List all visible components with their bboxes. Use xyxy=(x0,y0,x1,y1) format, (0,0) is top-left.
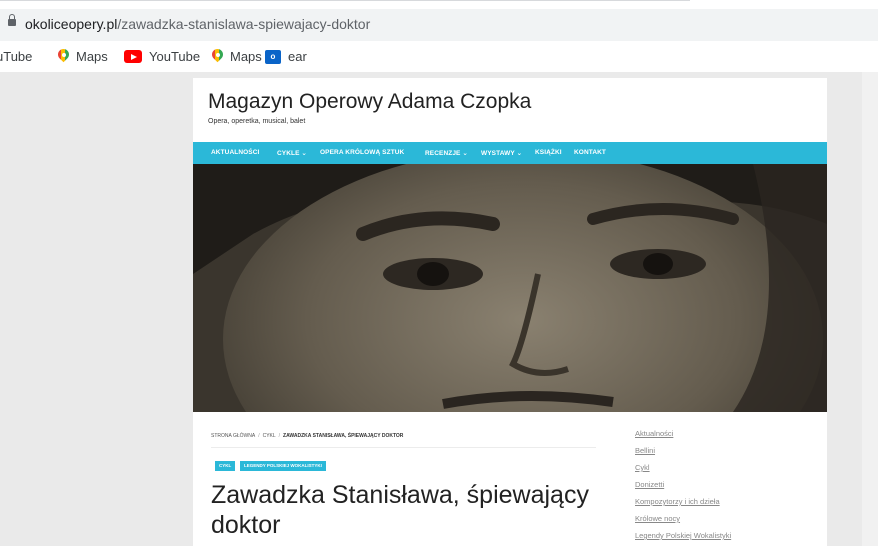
bookmark-label: Maps xyxy=(76,49,108,64)
nav-item-aktualnosci[interactable]: AKTUALNOŚCI xyxy=(211,149,259,156)
bookmark-maps[interactable]: Maps xyxy=(55,46,108,64)
window-top-border xyxy=(0,0,690,1)
sidebar-link-cykl[interactable]: Cykl xyxy=(635,463,650,472)
nav-item-cykle[interactable]: CYKLE ⌄ xyxy=(277,149,307,157)
site-container: Magazyn Operowy Adama Czopka Opera, oper… xyxy=(193,78,827,546)
sidebar-link-bellini[interactable]: Bellini xyxy=(635,446,655,455)
nav-item-opera[interactable]: OPERA KRÓLOWĄ SZTUK xyxy=(320,149,404,156)
outlook-icon: o xyxy=(265,49,281,64)
tag-cykl[interactable]: CYKL xyxy=(215,461,236,471)
lock-icon[interactable] xyxy=(8,14,16,27)
sidebar-link-legendy[interactable]: Legendy Polskiej Wokalistyki xyxy=(635,531,731,540)
nav-item-recenzje[interactable]: RECENZJE ⌄ xyxy=(425,149,468,157)
main-navigation: AKTUALNOŚCI CYKLE ⌄ OPERA KRÓLOWĄ SZTUK … xyxy=(193,142,827,164)
bookmarks-bar: uTube Maps YouTube Maps o ear xyxy=(0,44,878,70)
portrait-photo-icon xyxy=(193,164,827,412)
url-path: /zawadzka-stanislawa-spiewajacy-doktor xyxy=(117,16,371,32)
post-title: Zawadzka Stanisława, śpiewający doktor xyxy=(211,481,589,539)
bookmark-label: uTube xyxy=(0,49,33,64)
bookmark-youtube[interactable]: YouTube xyxy=(124,49,200,64)
nav-item-wystawy[interactable]: WYSTAWY ⌄ xyxy=(481,149,522,157)
maps-pin-icon xyxy=(55,46,72,64)
bookmark-maps-2[interactable]: Maps xyxy=(209,46,262,64)
breadcrumb-separator: / xyxy=(278,433,281,439)
youtube-icon xyxy=(124,50,142,63)
bookmark-youtube-partial[interactable]: uTube xyxy=(0,49,32,64)
bookmark-label: ear xyxy=(288,49,307,64)
breadcrumb-home[interactable]: STRONA GŁÓWNA xyxy=(211,433,255,439)
bookmark-label: Maps xyxy=(230,49,262,64)
url-domain: okoliceopery.pl xyxy=(25,16,118,32)
breadcrumb-separator: / xyxy=(258,433,260,439)
sidebar-link-krolowe-nocy[interactable]: Królowe nocy xyxy=(635,514,680,523)
site-tagline: Opera, operetka, musical, balet xyxy=(208,118,306,125)
nav-item-ksiazki[interactable]: KSIĄŻKI xyxy=(535,149,562,156)
scrollbar-track[interactable] xyxy=(862,72,878,546)
maps-pin-icon xyxy=(209,46,226,64)
bookmark-label: YouTube xyxy=(149,49,201,64)
breadcrumb: STRONA GŁÓWNA / CYKL / ZAWADZKA STANISŁAWA, … xyxy=(211,433,403,439)
hero-image xyxy=(193,164,827,412)
sidebar-link-aktualnosci[interactable]: Aktualności xyxy=(635,429,673,438)
sidebar-link-kompozytorzy[interactable]: Kompozytorzy i ich dzieła xyxy=(635,497,720,506)
breadcrumb-divider xyxy=(211,447,596,448)
tag-legendy[interactable]: LEGENDY POLSKIEJ WOKALISTYKI xyxy=(240,461,326,471)
nav-item-kontakt[interactable]: KONTAKT xyxy=(574,149,606,156)
url-text[interactable]: okoliceopery.pl/zawadzka-stanislawa-spie… xyxy=(25,16,370,32)
sidebar-link-donizetti[interactable]: Donizetti xyxy=(635,480,664,489)
breadcrumb-section[interactable]: CYKL xyxy=(263,433,276,439)
site-title[interactable]: Magazyn Operowy Adama Czopka xyxy=(208,90,531,114)
bookmark-outlook[interactable]: o ear xyxy=(265,49,307,64)
breadcrumb-current: ZAWADZKA STANISŁAWA, ŚPIEWAJĄCY DOKTOR xyxy=(283,433,404,439)
